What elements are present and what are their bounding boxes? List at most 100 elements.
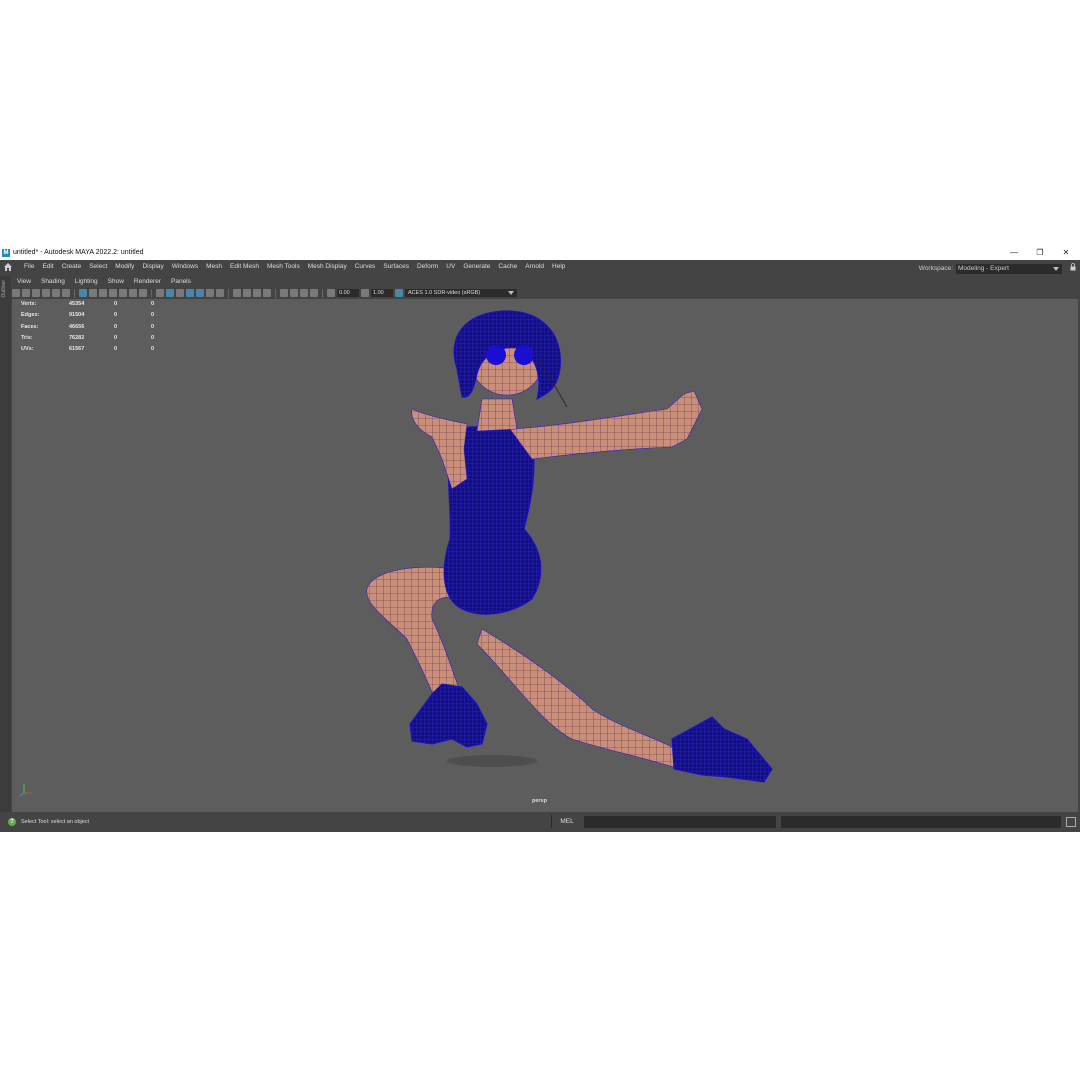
hud-row-uvs: UVs: 61567 0 0 xyxy=(21,344,188,355)
menu-mesh-display[interactable]: Mesh Display xyxy=(304,260,351,274)
panel-menu-shading[interactable]: Shading xyxy=(36,276,70,287)
gamma-icon[interactable] xyxy=(361,289,369,297)
ambient-occlusion-icon[interactable] xyxy=(233,289,241,297)
lock-icon[interactable] xyxy=(1070,263,1076,271)
script-editor-icon[interactable] xyxy=(1066,817,1076,827)
toolbar-separator xyxy=(275,288,276,298)
menu-file[interactable]: File xyxy=(20,260,38,274)
hud-label: UVs: xyxy=(21,346,34,353)
panel-menu-lighting[interactable]: Lighting xyxy=(70,276,103,287)
use-all-lights-icon[interactable] xyxy=(206,289,214,297)
safe-action-icon[interactable] xyxy=(129,289,137,297)
workspace-dropdown[interactable]: Modeling - Expert xyxy=(956,264,1062,274)
image-plane-icon[interactable] xyxy=(42,289,50,297)
right-boot xyxy=(671,716,773,783)
menu-edit[interactable]: Edit xyxy=(38,260,57,274)
maya-window: M untitled* - Autodesk MAYA 2022.2: unti… xyxy=(0,246,1080,832)
panel-menu-view[interactable]: View xyxy=(12,276,36,287)
xray-icon[interactable] xyxy=(290,289,298,297)
script-language-button[interactable]: MEL xyxy=(551,815,582,828)
2d-pan-zoom-icon[interactable] xyxy=(52,289,60,297)
command-line-input[interactable] xyxy=(584,816,776,828)
shadows-icon[interactable] xyxy=(216,289,224,297)
field-chart-icon[interactable] xyxy=(119,289,127,297)
color-management-icon[interactable] xyxy=(395,289,403,297)
panel-menu-show[interactable]: Show xyxy=(103,276,129,287)
ground-shadow xyxy=(447,755,537,767)
menu-generate[interactable]: Generate xyxy=(459,260,494,274)
grease-pencil-icon[interactable] xyxy=(62,289,70,297)
restore-button[interactable]: ❐ xyxy=(1028,246,1052,260)
motion-blur-icon[interactable] xyxy=(243,289,251,297)
maya-logo-icon: M xyxy=(2,249,10,257)
minimize-button[interactable]: — xyxy=(1002,246,1026,260)
workspace-selector: Workspace: Modeling - Expert xyxy=(919,262,1062,276)
perspective-viewport[interactable]: Verts: 45354 0 0 Edges: 91504 0 0 Faces:… xyxy=(12,299,1078,812)
panel-menu-panels[interactable]: Panels xyxy=(166,276,196,287)
isolate-select-icon[interactable] xyxy=(280,289,288,297)
xray-joints-icon[interactable] xyxy=(300,289,308,297)
hud-label: Tris: xyxy=(21,334,33,341)
hud-component: 0 xyxy=(151,312,155,319)
menu-edit-mesh[interactable]: Edit Mesh xyxy=(226,260,263,274)
toolbar-separator xyxy=(228,288,229,298)
depth-of-field-icon[interactable] xyxy=(263,289,271,297)
hud-label: Edges: xyxy=(21,312,40,319)
toolbar-separator xyxy=(74,288,75,298)
menu-cache[interactable]: Cache xyxy=(494,260,521,274)
bookmark-icon[interactable] xyxy=(32,289,40,297)
camera-name-label: persp xyxy=(532,798,547,804)
menu-windows[interactable]: Windows xyxy=(168,260,202,274)
character-wireframe-model[interactable] xyxy=(12,299,1078,812)
menu-curves[interactable]: Curves xyxy=(351,260,380,274)
menu-mesh-tools[interactable]: Mesh Tools xyxy=(263,260,304,274)
menu-select[interactable]: Select xyxy=(85,260,111,274)
textured-icon[interactable] xyxy=(196,289,204,297)
anti-aliasing-icon[interactable] xyxy=(253,289,261,297)
hud-selected: 0 xyxy=(114,334,118,341)
exposure-field[interactable]: 0.00 xyxy=(337,289,359,297)
menu-uv[interactable]: UV xyxy=(442,260,459,274)
close-button[interactable]: ✕ xyxy=(1054,246,1078,260)
hud-label: Verts: xyxy=(21,301,37,307)
menu-surfaces[interactable]: Surfaces xyxy=(379,260,413,274)
exposure-icon[interactable] xyxy=(327,289,335,297)
menu-help[interactable]: Help xyxy=(548,260,569,274)
film-gate-icon[interactable] xyxy=(89,289,97,297)
camera-attributes-icon[interactable] xyxy=(22,289,30,297)
help-message: Select Tool: select an object xyxy=(21,819,90,825)
xray-active-icon[interactable] xyxy=(310,289,318,297)
camera-icon[interactable] xyxy=(12,289,20,297)
wireframe-icon[interactable] xyxy=(156,289,164,297)
menu-arnold[interactable]: Arnold xyxy=(521,260,548,274)
hud-component: 0 xyxy=(151,346,155,353)
gate-mask-icon[interactable] xyxy=(109,289,117,297)
grid-icon[interactable] xyxy=(79,289,87,297)
hud-selected: 0 xyxy=(114,323,118,330)
poly-count-hud: Verts: 45354 0 0 Edges: 91504 0 0 Faces:… xyxy=(21,299,188,355)
sunglasses-right-lens xyxy=(514,345,534,365)
smooth-shade-icon[interactable] xyxy=(166,289,174,297)
menu-create[interactable]: Create xyxy=(58,260,86,274)
home-icon[interactable] xyxy=(3,262,13,272)
safe-title-icon[interactable] xyxy=(139,289,147,297)
hud-selected: 0 xyxy=(114,312,118,319)
panel-toolbar: 0.00 1.00 ACES 1.0 SDR-video (sRGB) xyxy=(12,288,1078,298)
wireframe-on-shaded-icon[interactable] xyxy=(186,289,194,297)
view-transform-dropdown[interactable]: ACES 1.0 SDR-video (sRGB) xyxy=(405,289,517,297)
gamma-field[interactable]: 1.00 xyxy=(371,289,393,297)
default-material-icon[interactable] xyxy=(176,289,184,297)
help-icon[interactable]: ? xyxy=(8,818,16,826)
menu-modify[interactable]: Modify xyxy=(111,260,138,274)
panel-menu-renderer[interactable]: Renderer xyxy=(129,276,166,287)
menu-display[interactable]: Display xyxy=(138,260,167,274)
menu-deform[interactable]: Deform xyxy=(413,260,442,274)
menu-mesh[interactable]: Mesh xyxy=(202,260,226,274)
outliner-tab[interactable]: Outliner xyxy=(1,280,7,298)
panel-menubar: View Shading Lighting Show Renderer Pane… xyxy=(12,276,196,287)
resolution-gate-icon[interactable] xyxy=(99,289,107,297)
title-bar: M untitled* - Autodesk MAYA 2022.2: unti… xyxy=(0,246,1080,260)
hud-row-faces: Faces: 46656 0 0 xyxy=(21,322,188,333)
outliner-strip[interactable]: Outliner xyxy=(0,276,11,812)
hud-selected: 0 xyxy=(114,346,118,353)
